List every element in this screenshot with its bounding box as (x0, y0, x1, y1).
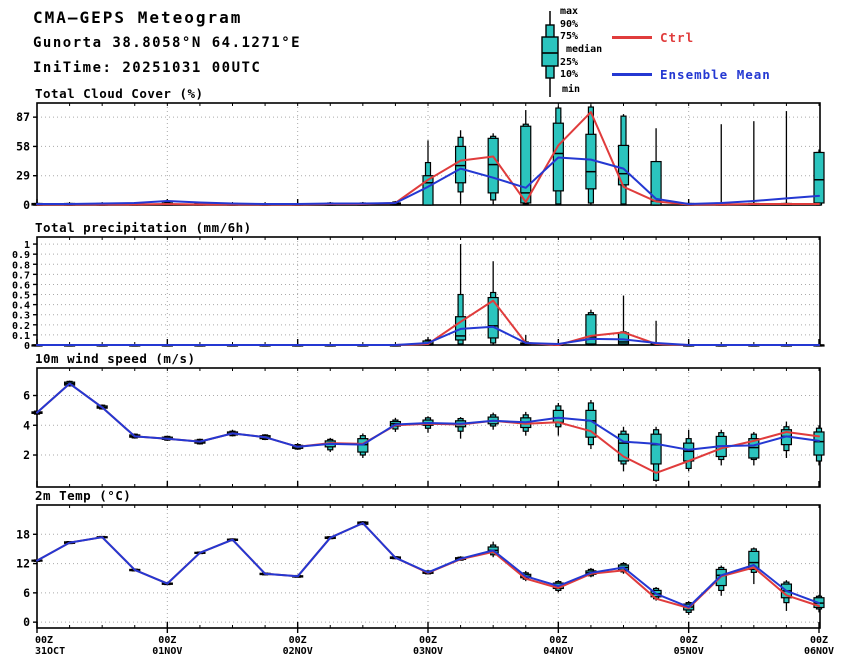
x-tick-label: 31OCT (35, 646, 65, 657)
wind-speed-panel: 2 4 6 10m wind speed (m/s) (23, 351, 825, 488)
x-tick-label: 01NOV (152, 646, 182, 657)
y-tick-label: 6 (23, 586, 30, 600)
y-tick-label: 1 (24, 240, 30, 251)
y-tick-label: 0.2 (12, 321, 30, 332)
y-tick-label: 0.1 (12, 331, 30, 342)
x-tick-label: 00Z (419, 635, 437, 646)
x-tick-label: 00Z (35, 635, 53, 646)
box-25-75 (520, 125, 532, 204)
y-tick-label: 29 (16, 169, 30, 183)
box-25-75 (552, 409, 564, 423)
y-tick-label: 2 (23, 448, 30, 462)
y-tick-label: 87 (16, 110, 30, 124)
meteogram-chart: 0295887Total Cloud Cover (%)00.10.20.30.… (12, 86, 834, 657)
y-tick-label: 0.8 (12, 260, 30, 271)
y-tick-label: 6 (23, 389, 30, 403)
y-tick-label: 0 (24, 341, 30, 352)
y-tick-label: 4 (23, 418, 30, 432)
y-tick-label: 12 (16, 557, 30, 571)
box-25-75 (454, 145, 467, 184)
y-tick-label: 18 (16, 527, 30, 541)
total-cloud-cover-panel: 0 29 58 87 Total Cloud Cover (%) (16, 86, 825, 212)
y-tick-label: 0.7 (12, 270, 30, 281)
y-tick-label: 0 (23, 198, 30, 212)
meteogram-page: CMA—GEPS Meteogram Gunorta 38.8058°N 64.… (0, 0, 843, 664)
x-tick-label: 00Z (158, 635, 176, 646)
y-tick-label: 0.4 (12, 301, 30, 312)
y-tick-label: 0 (23, 615, 30, 629)
x-tick-label: 06NOV (804, 646, 834, 657)
x-tick-label: 02NOV (283, 646, 313, 657)
panel-title: Total Cloud Cover (%) (35, 86, 204, 101)
y-tick-label: 58 (16, 139, 30, 153)
y-tick-label: 0.6 (12, 280, 30, 291)
panel-title: 10m wind speed (m/s) (35, 351, 196, 366)
y-tick-label: 0.3 (12, 311, 30, 322)
temperature-panel: 0 6 12 18 2m Temp (°C) (16, 488, 825, 629)
panel-title: 2m Temp (°C) (35, 488, 131, 503)
box-25-75 (487, 137, 499, 194)
x-tick-label: 00Z (810, 635, 828, 646)
box-25-75 (650, 433, 662, 465)
panel-title: Total precipitation (mm/6h) (35, 220, 252, 235)
y-tick-label: 0.9 (12, 250, 30, 261)
x-tick-label: 00Z (680, 635, 698, 646)
x-tick-label: 05NOV (674, 646, 704, 657)
x-tick-label: 03NOV (413, 646, 443, 657)
x-tick-label: 04NOV (543, 646, 573, 657)
total-precipitation-panel: 00.10.20.30.40.50.60.70.80.91 Total preci… (12, 220, 825, 352)
x-tick-label: 00Z (289, 635, 307, 646)
x-tick-label: 00Z (549, 635, 567, 646)
y-tick-label: 0.5 (12, 291, 30, 302)
